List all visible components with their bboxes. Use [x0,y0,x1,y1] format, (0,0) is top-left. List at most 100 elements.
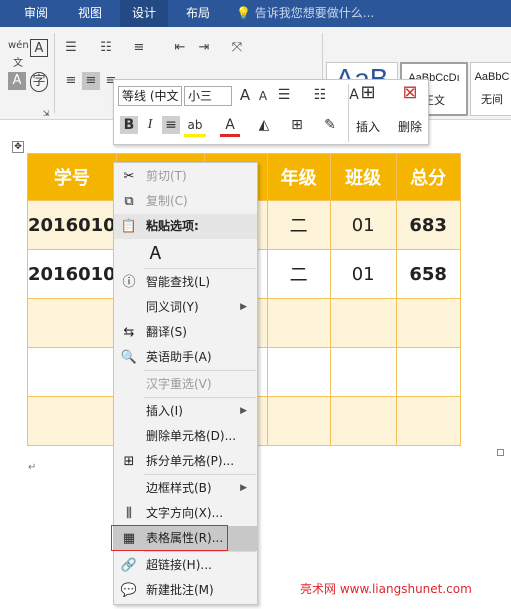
menu-item-split-cells[interactable]: ⊞ 拆分单元格(P)... [114,449,257,474]
increase-indent-icon[interactable]: ⇥ [194,39,214,57]
menu-separator [144,268,256,269]
table-cell[interactable]: 01 [329,249,397,299]
table-cell[interactable] [266,298,331,348]
submenu-arrow-icon: ▶ [240,406,247,416]
hyperlink-icon: 🔗 [120,558,138,573]
insert-table-icon[interactable]: ⊞ [354,84,382,102]
format-painter-icon[interactable]: ✎ [320,116,340,134]
tab-design[interactable]: 设计 [120,0,168,27]
header-cell[interactable]: 班级 [329,153,397,201]
menu-item-delete-cells[interactable]: 删除单元格(D)... [114,424,257,449]
lightbulb-icon: 💡 [236,6,251,20]
table-cell[interactable] [27,298,117,348]
table-cell[interactable] [395,347,461,397]
shading-icon[interactable]: ◭ [254,116,274,134]
paste-keep-text-only-icon[interactable]: Ꭺ [144,241,168,267]
menu-item-copy[interactable]: ⧉ 复制(C) [114,189,257,214]
table-cell[interactable] [395,298,461,348]
menu-item-insert[interactable]: 插入(I) ▶ [114,399,257,424]
highlight-box [111,525,228,551]
tab-layout[interactable]: 布局 [176,0,220,27]
menu-separator [144,370,256,371]
table-move-handle-icon[interactable]: ✥ [12,141,24,153]
table-cell[interactable]: 01 [329,200,397,250]
menu-item-smart-lookup[interactable]: ⓘ 智能查找(L) [114,270,257,295]
table-cell[interactable] [266,347,331,397]
mini-toolbar: 等线 (中文 小三 A A ☰ ☷ A B I ≡ ab A ◭ ⊞ ✎ ⊞ 插… [113,79,429,145]
table-cell[interactable] [266,396,331,446]
style-no-spacing-preview: AaBbC [474,71,510,83]
scissors-icon: ✂ [123,169,135,184]
watermark: 亮术网 www.liangshunet.com [300,582,472,596]
table-cell[interactable] [329,396,397,446]
table-resize-handle[interactable] [497,449,504,456]
table-cell[interactable]: 二 [266,249,331,299]
delete-table-icon[interactable]: ⊠ [396,84,424,102]
split-cells-icon: ⊞ [123,454,135,469]
table-cell[interactable]: 2016010 [27,200,117,250]
table-cell[interactable] [329,298,397,348]
font-color-icon[interactable]: A [220,116,240,137]
ribbon-tab-bar: 审阅 视图 设计 布局 💡 告诉我您想要做什么... [0,0,511,27]
borders-icon[interactable]: ⊞ [288,116,306,134]
grow-font-icon[interactable]: A [238,86,252,104]
style-no-spacing[interactable]: AaBbC 无间 [470,62,511,116]
align-center-icon[interactable]: ≡ [82,72,100,90]
header-cell[interactable]: 学号 [27,153,117,201]
decrease-indent-icon[interactable]: ⇤ [170,39,190,57]
new-comment-icon: 💬 [120,583,138,598]
tell-me-search[interactable]: 💡 告诉我您想要做什么... [236,0,374,27]
table-cell[interactable]: 2016010 [27,249,117,299]
table-cell[interactable] [329,347,397,397]
bold-icon[interactable]: B [120,116,138,134]
character-border-icon[interactable]: A [30,39,48,57]
menu-separator [144,551,256,552]
header-cell[interactable]: 总分 [395,153,461,201]
delete-label[interactable]: 删除 [394,118,426,135]
menu-item-hyperlink[interactable]: 🔗 超链接(H)... [114,553,257,578]
center-align-icon[interactable]: ≡ [162,116,180,134]
bullets-icon[interactable]: ☰ [274,86,294,104]
tab-view[interactable]: 视图 [70,0,110,27]
font-size-select[interactable]: 小三 [184,86,232,106]
table-cell[interactable] [395,396,461,446]
table-cell[interactable]: 683 [395,200,461,250]
text-direction-icon: ⫼ [126,506,132,521]
smart-lookup-icon: ⓘ [122,275,136,290]
ribbon-divider [54,33,55,113]
phonetic-guide-icon[interactable]: wén 文 [8,37,29,73]
paste-icon: 📋 [120,219,138,234]
table-cell[interactable]: 二 [266,200,331,250]
bullets-icon[interactable]: ☰ [60,39,82,57]
numbering-icon[interactable]: ☷ [310,86,330,104]
menu-item-english-assistant[interactable]: 🔍 英语助手(A) [114,345,257,370]
align-left-icon[interactable]: ≡ [62,72,80,90]
numbering-icon[interactable]: ☷ [95,39,117,57]
menu-item-synonyms[interactable]: 同义词(Y) ▶ [114,295,257,320]
style-no-spacing-label: 无间 [481,93,503,106]
menu-item-new-comment[interactable]: 💬 新建批注(M) [114,578,257,603]
enclose-characters-icon[interactable]: 字 [30,72,48,92]
highlight-color-icon[interactable]: ab [184,116,206,137]
table-cell[interactable] [27,347,117,397]
tell-me-text: 告诉我您想要做什么... [254,6,375,20]
italic-icon[interactable]: I [142,116,158,134]
menu-item-reconvert[interactable]: 汉字重选(V) [114,372,257,397]
menu-item-text-direction[interactable]: ⫼ 文字方向(X)... [114,501,257,526]
insert-label[interactable]: 插入 [352,118,384,135]
paragraph-mark: ↵ [28,462,37,473]
paste-options-header: 📋 粘贴选项: [114,214,257,239]
character-shading-icon[interactable]: A [8,72,26,90]
tab-review[interactable]: 审阅 [14,0,58,27]
font-name-select[interactable]: 等线 (中文 [118,86,182,106]
menu-item-translate[interactable]: ⇆ 翻译(S) [114,320,257,345]
chinese-layout-icon[interactable]: ⤧ [225,39,249,57]
shrink-font-icon[interactable]: A [256,87,270,105]
menu-item-border-styles[interactable]: 边框样式(B) ▶ [114,476,257,501]
menu-item-cut[interactable]: ✂ 剪切(T) [114,164,257,189]
table-cell[interactable]: 658 [395,249,461,299]
header-cell[interactable]: 年级 [266,153,331,201]
multilevel-list-icon[interactable]: ≡ [128,39,150,57]
toolbar-divider [348,84,349,142]
table-cell[interactable] [27,396,117,446]
